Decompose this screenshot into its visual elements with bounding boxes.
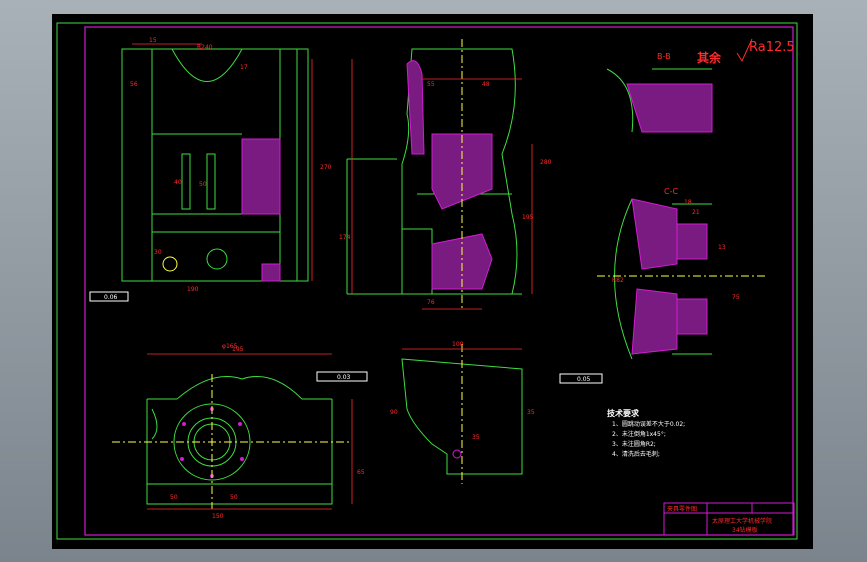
dim-13: 13 — [718, 244, 726, 251]
hatch-c2 — [631, 288, 678, 355]
dim-55: 55 — [427, 81, 435, 88]
cad-drawing: 其余 Ra12.5 B-B C-C 技术要求 1、圆跳动误差不大于0.02; 2… — [56, 22, 798, 540]
tb-part: 34钻模板 — [732, 526, 758, 534]
hatch-c1 — [631, 198, 678, 270]
dim-76: 76 — [427, 299, 435, 306]
dim-190: 190 — [187, 286, 199, 293]
dim-270: 270 — [320, 164, 332, 171]
note-line-1: 1、圆跳动误差不大于0.02; — [612, 420, 685, 428]
note-line-4: 4、清洗后去毛刺; — [612, 450, 660, 458]
drawing-sheet: 其余 Ra12.5 B-B C-C 技术要求 1、圆跳动误差不大于0.02; 2… — [52, 14, 813, 549]
dim-100: 100 — [452, 341, 464, 348]
dim-50c: 50 — [230, 494, 238, 501]
note-line-2: 2、未注倒角1x45°; — [612, 430, 666, 438]
dim-50b: 50 — [170, 494, 178, 501]
dim-30: 30 — [154, 249, 162, 256]
section-b-label: B-B — [657, 52, 671, 61]
tol-3: 0.05 — [577, 376, 591, 383]
hatch-b — [626, 83, 713, 133]
dim-35: 35 — [472, 434, 480, 441]
dim-280: 280 — [540, 159, 552, 166]
dim-40: 40 — [174, 179, 182, 186]
dim-75: 75 — [732, 294, 740, 301]
section-c-label: C-C — [664, 187, 678, 196]
hatch-3 — [406, 60, 425, 155]
dim-65: 65 — [357, 469, 365, 476]
dim-15: 15 — [149, 37, 157, 44]
note-line-3: 3、未注圆角R2; — [612, 440, 656, 448]
dim-50: 50 — [199, 181, 207, 188]
dim-150: 150 — [212, 513, 224, 520]
dim-174: 174 — [339, 234, 351, 241]
hatch-2 — [261, 263, 281, 282]
view-top-left — [146, 376, 333, 505]
dim-r82: R82 — [612, 277, 624, 284]
dim-35b: 35 — [527, 409, 535, 416]
dim-18: 18 — [684, 199, 692, 206]
tb-drawing-name: 夹具零件图 — [667, 505, 697, 513]
notes-title: 技术要求 — [607, 408, 640, 418]
dim-r240: R240 — [197, 44, 213, 51]
dim-48: 48 — [482, 81, 490, 88]
dim-90: 90 — [390, 409, 398, 416]
tol-1: 0.06 — [104, 294, 118, 301]
roughness-value: Ra12.5 — [749, 40, 795, 55]
tol-2: 0.03 — [337, 374, 351, 381]
dim-17: 17 — [240, 64, 248, 71]
dim-195: 195 — [522, 214, 534, 221]
dim-21: 21 — [692, 209, 700, 216]
dim-phi: φ165 — [222, 343, 238, 350]
dim-56: 56 — [130, 81, 138, 88]
roughness-prefix: 其余 — [697, 50, 722, 65]
hatch-1 — [241, 138, 281, 215]
tb-school: 太原理工大学机械学院 — [712, 517, 772, 525]
view-side — [401, 344, 523, 484]
